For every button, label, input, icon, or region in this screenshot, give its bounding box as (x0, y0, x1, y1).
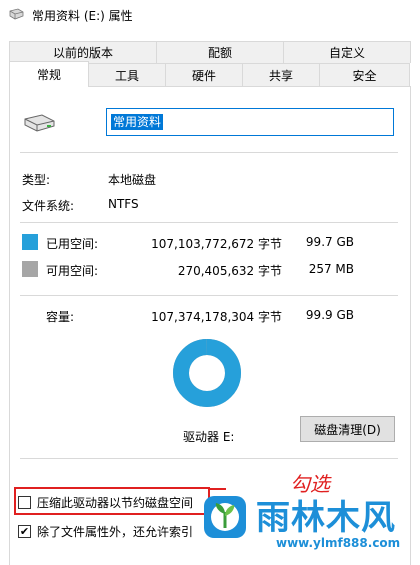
drive-letter-label: 驱动器 E: (183, 430, 235, 444)
free-space-bytes: 270,405,632 字节 (177, 264, 282, 278)
disk-cleanup-button[interactable]: 磁盘清理(D) (300, 416, 395, 442)
highlight-box (14, 487, 210, 515)
usage-donut-chart (173, 339, 241, 407)
free-space-label: 可用空间: (46, 264, 99, 278)
tab-previous-versions[interactable]: 以前的版本 (9, 41, 157, 63)
free-space-size: 257 MB (308, 262, 354, 276)
tab-sharing[interactable]: 共享 (242, 63, 320, 87)
tab-hardware[interactable]: 硬件 (165, 63, 243, 87)
filesystem-label: 文件系统: (22, 199, 75, 213)
index-option[interactable]: ✔ 除了文件属性外，还允许索引 (18, 523, 193, 540)
title-bar: 常用资料 (E:) 属性 (0, 0, 420, 30)
divider (20, 152, 398, 153)
hard-drive-icon (24, 114, 55, 132)
used-space-swatch (22, 234, 38, 250)
brand-logo-icon (204, 496, 246, 538)
drive-name-input[interactable]: 常用资料 (106, 108, 394, 136)
capacity-label: 容量: (46, 310, 75, 324)
drive-name-text: 常用资料 (111, 114, 164, 130)
capacity-size: 99.9 GB (305, 308, 354, 322)
free-space-swatch (22, 261, 38, 277)
divider (20, 295, 398, 296)
drive-icon (9, 8, 24, 20)
type-value: 本地磁盘 (108, 173, 157, 187)
tab-general[interactable]: 常规 (9, 61, 89, 87)
watermark: 雨林木风 www.ylmf888.com (200, 490, 412, 560)
divider (20, 222, 398, 223)
filesystem-value: NTFS (108, 197, 139, 211)
brand-name: 雨林木风 (256, 498, 396, 538)
tab-row-front: 常规 工具 硬件 共享 安全 (9, 61, 411, 87)
type-label: 类型: (22, 173, 51, 187)
index-label: 除了文件属性外，还允许索引 (37, 525, 194, 539)
brand-url: www.ylmf888.com (276, 536, 401, 550)
used-space-bytes: 107,103,772,672 字节 (151, 237, 282, 251)
window-title: 常用资料 (E:) 属性 (32, 9, 133, 23)
capacity-bytes: 107,374,178,304 字节 (151, 310, 282, 324)
tab-customize[interactable]: 自定义 (283, 41, 411, 63)
divider (20, 458, 398, 459)
index-checkbox[interactable]: ✔ (18, 525, 31, 538)
tab-quota[interactable]: 配额 (156, 41, 284, 63)
tab-security[interactable]: 安全 (319, 63, 410, 87)
donut-used-ring (173, 339, 241, 407)
used-space-label: 已用空间: (46, 237, 99, 251)
tab-row-back: 以前的版本 配额 自定义 (9, 41, 411, 63)
tab-tools[interactable]: 工具 (88, 63, 166, 87)
used-space-size: 99.7 GB (305, 235, 354, 249)
